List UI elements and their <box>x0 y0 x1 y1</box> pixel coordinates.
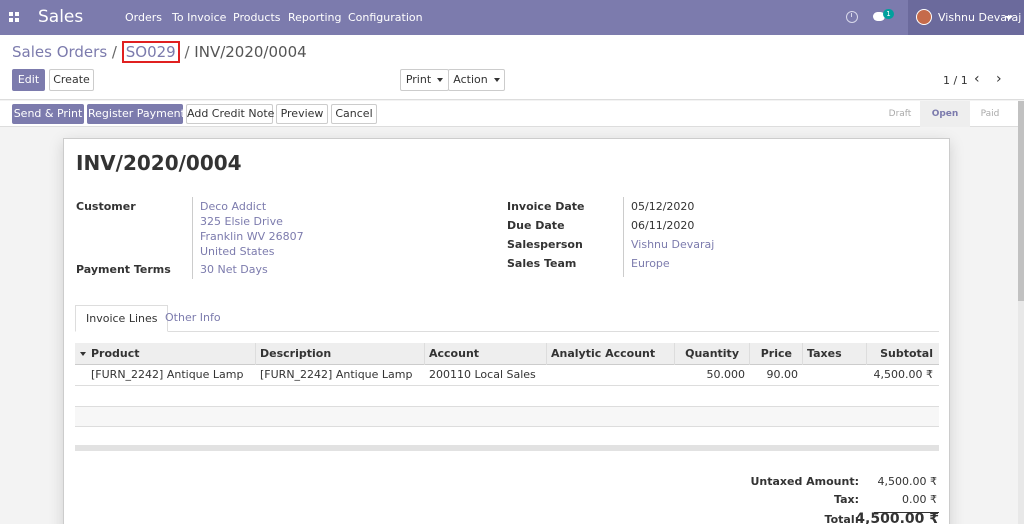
table-footer <box>75 445 939 451</box>
chat-count-badge: 1 <box>883 9 894 19</box>
payment-terms-label: Payment Terms <box>76 263 171 276</box>
user-menu[interactable]: Vishnu Devaraj <box>908 0 1024 35</box>
salesperson-link[interactable]: Vishnu Devaraj <box>631 238 714 251</box>
caret-down-icon <box>493 78 500 82</box>
pager-previous-icon[interactable]: ‹ <box>974 72 980 86</box>
stage-open: Open <box>920 101 970 127</box>
payment-terms-value[interactable]: 30 Net Days <box>200 263 268 276</box>
edit-button[interactable]: Edit <box>12 69 45 91</box>
column-header-description[interactable]: Description <box>256 343 335 365</box>
breadcrumb-sales-orders[interactable]: Sales Orders <box>12 43 107 61</box>
apps-menu-icon[interactable] <box>9 12 19 22</box>
customer-address-line[interactable]: United States <box>200 245 275 258</box>
app-title[interactable]: Sales <box>38 7 83 27</box>
cell-price: 90.00 <box>766 368 799 381</box>
customer-label: Customer <box>76 200 136 213</box>
invoice-date-label: Invoice Date <box>507 200 585 213</box>
status-bar: Send & Print Register Payment Add Credit… <box>0 101 1018 127</box>
preview-button[interactable]: Preview <box>276 104 328 124</box>
vertical-scrollbar[interactable] <box>1018 101 1024 524</box>
breadcrumb: Sales Orders / SO029 / INV/2020/0004 <box>12 41 307 63</box>
salesperson-label: Salesperson <box>507 238 583 251</box>
print-label: Print <box>405 73 432 86</box>
stage-draft: Draft <box>888 109 912 119</box>
scrollbar-thumb[interactable] <box>1018 101 1024 301</box>
customer-address-line[interactable]: Franklin WV 26807 <box>200 230 304 243</box>
invoice-sheet: INV/2020/0004 Customer Deco Addict 325 E… <box>63 138 950 524</box>
column-header-quantity[interactable]: Quantity <box>675 343 743 365</box>
stage-paid: Paid <box>980 109 1000 119</box>
due-date-value: 06/11/2020 <box>631 219 695 232</box>
column-header-product[interactable]: Product <box>87 343 144 365</box>
sales-team-label: Sales Team <box>507 257 577 270</box>
caret-down-icon <box>437 78 444 82</box>
menu-item-orders[interactable]: Orders <box>125 11 162 24</box>
pager-value[interactable]: 1 / 1 <box>943 74 968 87</box>
tax-value: 0.00 ₹ <box>902 493 937 506</box>
cell-account: 200110 Local Sales <box>429 368 536 381</box>
sales-team-link[interactable]: Europe <box>631 257 670 270</box>
menu-item-to-invoice[interactable]: To Invoice <box>172 11 226 24</box>
total-label: Total: <box>824 513 859 524</box>
add-credit-note-button[interactable]: Add Credit Note <box>186 104 274 124</box>
menu-item-products[interactable]: Products <box>233 11 281 24</box>
action-dropdown[interactable]: Action <box>448 69 505 91</box>
pager-next-icon[interactable]: › <box>996 72 1002 86</box>
total-value: 4,500.00 ₹ <box>855 511 939 524</box>
menu-item-configuration[interactable]: Configuration <box>348 11 423 24</box>
avatar <box>916 9 932 25</box>
cell-product: [FURN_2242] Antique Lamp <box>91 368 244 381</box>
sort-caret-icon[interactable] <box>80 352 86 356</box>
column-header-analytic-account[interactable]: Analytic Account <box>547 343 659 365</box>
top-navbar: Sales Orders To Invoice Products Reporti… <box>0 0 1024 35</box>
column-header-price[interactable]: Price <box>750 343 796 365</box>
menu-item-reporting[interactable]: Reporting <box>288 11 341 24</box>
customer-address-line[interactable]: 325 Elsie Drive <box>200 215 283 228</box>
control-panel: Sales Orders / SO029 / INV/2020/0004 Edi… <box>0 35 1024 100</box>
action-label: Action <box>453 73 488 86</box>
due-date-label: Due Date <box>507 219 565 232</box>
breadcrumb-current: INV/2020/0004 <box>194 43 307 61</box>
chevron-down-icon <box>1005 16 1013 20</box>
send-print-button[interactable]: Send & Print <box>12 104 84 124</box>
column-header-account[interactable]: Account <box>425 343 483 365</box>
tab-other-info[interactable]: Other Info <box>155 305 231 332</box>
cell-subtotal: 4,500.00 ₹ <box>873 368 933 381</box>
column-header-taxes[interactable]: Taxes <box>803 343 846 365</box>
cell-quantity: 50.000 <box>706 368 746 381</box>
invoice-title: INV/2020/0004 <box>76 151 242 175</box>
column-header-subtotal[interactable]: Subtotal <box>867 343 937 365</box>
invoice-lines-header: Product Description Account Analytic Acc… <box>75 343 939 365</box>
field-divider <box>623 197 624 277</box>
cell-analytic-account <box>547 365 555 385</box>
breadcrumb-separator: / <box>179 43 195 61</box>
breadcrumb-separator: / <box>107 43 122 61</box>
table-row-empty <box>75 407 939 427</box>
activity-clock-icon[interactable] <box>846 11 858 23</box>
breadcrumb-sales-order-so029[interactable]: SO029 <box>121 41 180 63</box>
untaxed-amount-label: Untaxed Amount: <box>750 475 859 488</box>
customer-name-link[interactable]: Deco Addict <box>200 200 266 213</box>
cell-taxes <box>803 365 811 385</box>
register-payment-button[interactable]: Register Payment <box>87 104 185 124</box>
tax-label: Tax: <box>833 493 859 506</box>
create-button[interactable]: Create <box>49 69 94 91</box>
cancel-button[interactable]: Cancel <box>331 104 377 124</box>
print-dropdown[interactable]: Print <box>400 69 449 91</box>
table-row-empty <box>75 386 939 407</box>
cell-description: [FURN_2242] Antique Lamp <box>260 368 413 381</box>
field-divider <box>192 197 193 279</box>
invoice-date-value: 05/12/2020 <box>631 200 695 213</box>
untaxed-amount-value: 4,500.00 ₹ <box>877 475 937 488</box>
table-row[interactable]: [FURN_2242] Antique Lamp [FURN_2242] Ant… <box>75 365 939 386</box>
